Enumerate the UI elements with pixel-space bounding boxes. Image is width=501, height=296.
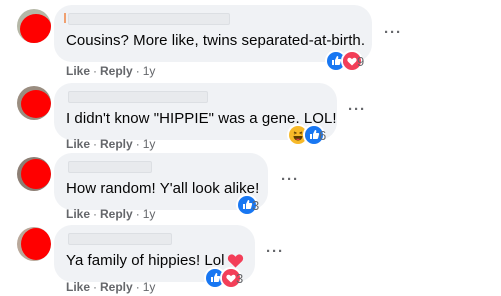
comment-actions: Like · Reply · 1y (66, 207, 155, 221)
reply-button[interactable]: Reply (100, 280, 133, 294)
like-button[interactable]: Like (66, 137, 90, 151)
commenter-avatar[interactable] (17, 157, 51, 191)
comment-options-button[interactable]: ··· (384, 25, 402, 40)
reaction-summary[interactable]: 6 (287, 124, 327, 146)
separator: · (93, 207, 98, 221)
commenter-avatar[interactable] (17, 227, 51, 261)
redacted-commenter-name[interactable] (68, 161, 152, 173)
reply-button[interactable]: Reply (100, 64, 133, 78)
separator: · (135, 64, 140, 78)
reply-button[interactable]: Reply (100, 207, 133, 221)
redacted-commenter-name[interactable] (68, 233, 172, 245)
reaction-summary[interactable]: 3 (204, 267, 244, 289)
comment-actions: Like · Reply · 1y (66, 64, 155, 78)
redacted-commenter-name[interactable] (68, 91, 208, 103)
comment-text-content: Ya family of hippies! Lol (66, 252, 225, 269)
comment-actions: Like · Reply · 1y (66, 280, 155, 294)
reaction-count: 3 (252, 197, 260, 213)
comment-timestamp[interactable]: 1y (143, 207, 156, 221)
like-button[interactable]: Like (66, 207, 90, 221)
commenter-avatar[interactable] (17, 9, 51, 43)
like-button[interactable]: Like (66, 280, 90, 294)
comment-text: Cousins? More like, twins separated-at-b… (66, 32, 366, 49)
comment-options-button[interactable]: ··· (266, 244, 284, 259)
separator: · (135, 137, 140, 151)
separator: · (93, 137, 98, 151)
reply-button[interactable]: Reply (100, 137, 133, 151)
comment-timestamp[interactable]: 1y (143, 280, 156, 294)
reaction-summary[interactable]: 3 (236, 194, 260, 216)
comment-options-button[interactable]: ··· (348, 102, 366, 117)
separator: · (135, 280, 140, 294)
like-button[interactable]: Like (66, 64, 90, 78)
separator: · (135, 207, 140, 221)
separator: · (93, 64, 98, 78)
redacted-name-marker (64, 13, 66, 23)
reaction-summary[interactable]: 9 (325, 50, 365, 72)
comment-timestamp[interactable]: 1y (143, 64, 156, 78)
reaction-count: 3 (236, 270, 244, 286)
comment-timestamp[interactable]: 1y (143, 137, 156, 151)
comment-options-button[interactable]: ··· (281, 172, 299, 187)
separator: · (93, 280, 98, 294)
commenter-avatar[interactable] (17, 86, 51, 120)
comment-text: How random! Y'all look alike! (66, 180, 260, 197)
reaction-count: 6 (319, 127, 327, 143)
reaction-count: 9 (357, 53, 365, 69)
comment-actions: Like · Reply · 1y (66, 137, 155, 151)
redacted-commenter-name[interactable] (68, 13, 230, 25)
